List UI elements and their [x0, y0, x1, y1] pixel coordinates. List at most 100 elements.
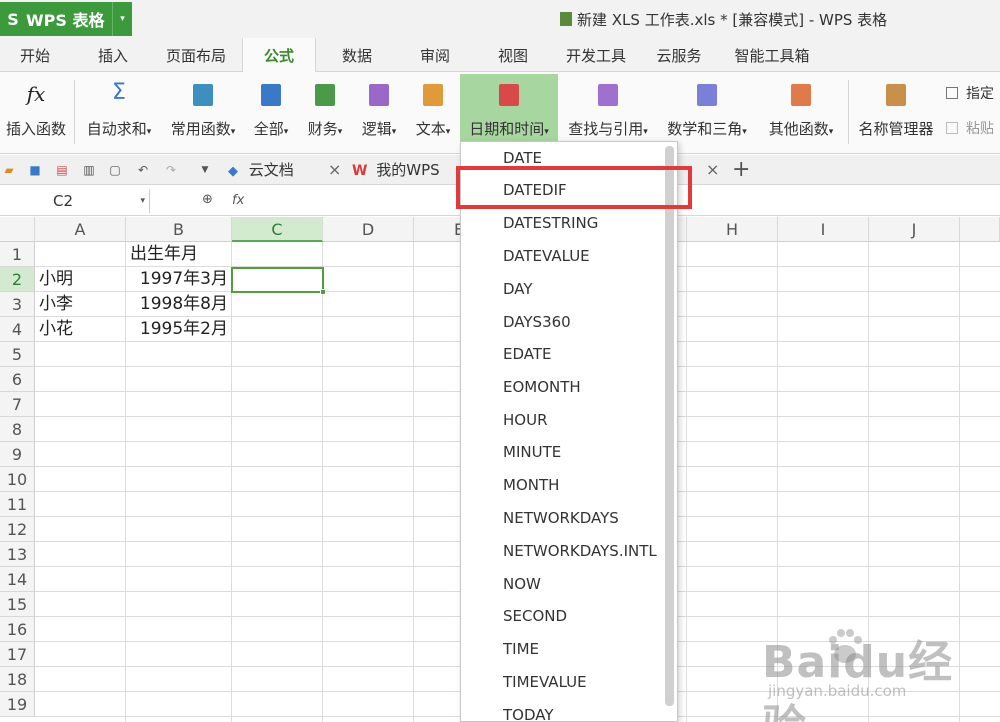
- row-header[interactable]: 11: [0, 492, 35, 517]
- menu-item-minute[interactable]: MINUTE: [503, 436, 561, 468]
- doc-tab-mywps[interactable]: W 我的WPS: [352, 155, 457, 185]
- row-header[interactable]: 6: [0, 367, 35, 392]
- tab-data[interactable]: 数据: [322, 38, 392, 72]
- other-functions-button[interactable]: 其他函数▾: [760, 74, 842, 150]
- insert-function-button[interactable]: fx 插入函数: [0, 74, 72, 150]
- row-header[interactable]: 8: [0, 417, 35, 442]
- customize-caret-icon[interactable]: ▼: [198, 163, 212, 177]
- row-header[interactable]: 1: [0, 242, 35, 267]
- menu-item-datevalue[interactable]: DATEVALUE: [503, 240, 590, 272]
- save-icon[interactable]: ■: [28, 163, 42, 177]
- menu-item-timevalue[interactable]: TIMEVALUE: [503, 666, 587, 698]
- common-functions-button[interactable]: 常用函数▾: [164, 74, 242, 150]
- redo-icon[interactable]: ↷: [164, 163, 178, 177]
- menu-item-edate[interactable]: EDATE: [503, 338, 552, 370]
- row-header[interactable]: 13: [0, 542, 35, 567]
- new-tab-icon[interactable]: +: [732, 155, 750, 185]
- tab-review[interactable]: 审阅: [400, 38, 470, 72]
- zoom-icon[interactable]: ⊕: [202, 192, 213, 207]
- cell-a3[interactable]: 小李: [39, 292, 124, 317]
- name-box[interactable]: C2 ▾: [0, 189, 150, 213]
- select-all-corner[interactable]: [0, 217, 35, 242]
- math-functions-button[interactable]: 数学和三角▾: [660, 74, 754, 150]
- row-header[interactable]: 10: [0, 467, 35, 492]
- fx-icon[interactable]: fx: [232, 193, 244, 208]
- column-header[interactable]: J: [869, 217, 960, 242]
- menu-item-time[interactable]: TIME: [503, 633, 539, 665]
- column-header[interactable]: H: [687, 217, 778, 242]
- row-header[interactable]: 14: [0, 567, 35, 592]
- column-header[interactable]: B: [126, 217, 232, 242]
- menu-item-today[interactable]: TODAY: [503, 699, 554, 721]
- column-header[interactable]: A: [35, 217, 126, 242]
- active-cell-c2[interactable]: [231, 267, 326, 295]
- row-header[interactable]: 19: [0, 692, 35, 717]
- app-menu-button[interactable]: S WPS 表格 ▾: [0, 2, 132, 36]
- dropdown-scrollbar[interactable]: [665, 146, 674, 706]
- print-icon[interactable]: ▥: [82, 163, 96, 177]
- open-folder-icon[interactable]: ▰: [2, 163, 16, 177]
- close-icon[interactable]: ×: [328, 155, 341, 185]
- row-header[interactable]: 5: [0, 342, 35, 367]
- row-header[interactable]: 16: [0, 617, 35, 642]
- chevron-down-icon[interactable]: ▾: [140, 189, 145, 213]
- menu-item-second[interactable]: SECOND: [503, 600, 567, 632]
- tab-formulas[interactable]: 公式: [242, 38, 316, 73]
- text-functions-button[interactable]: 文本▾: [408, 74, 458, 150]
- menu-item-day[interactable]: DAY: [503, 273, 533, 305]
- tab-smart-toolbox[interactable]: 智能工具箱: [722, 38, 822, 72]
- tab-insert[interactable]: 插入: [78, 38, 148, 72]
- logic-functions-button[interactable]: 逻辑▾: [354, 74, 404, 150]
- specify-button[interactable]: 指定: [946, 83, 994, 103]
- datetime-functions-button[interactable]: 日期和时间▾: [460, 74, 558, 150]
- menu-item-now[interactable]: NOW: [503, 568, 541, 600]
- autosum-button[interactable]: Σ 自动求和▾: [78, 74, 160, 150]
- row-header[interactable]: 3: [0, 292, 35, 317]
- menu-item-hour[interactable]: HOUR: [503, 404, 548, 436]
- close-icon[interactable]: ×: [706, 155, 719, 185]
- tab-view[interactable]: 视图: [478, 38, 548, 72]
- column-header[interactable]: I: [778, 217, 869, 242]
- column-header[interactable]: D: [323, 217, 414, 242]
- print-preview-icon[interactable]: ▢: [108, 163, 122, 177]
- row-header[interactable]: 18: [0, 667, 35, 692]
- menu-item-month[interactable]: MONTH: [503, 469, 559, 501]
- row-header[interactable]: 17: [0, 642, 35, 667]
- app-menu-caret-icon[interactable]: ▾: [112, 2, 132, 36]
- name-manager-button[interactable]: 名称管理器: [854, 74, 938, 150]
- tab-cloud-service[interactable]: 云服务: [644, 38, 714, 72]
- menu-item-eomonth[interactable]: EOMONTH: [503, 371, 581, 403]
- undo-icon[interactable]: ↶: [136, 163, 150, 177]
- cell-b2[interactable]: 1997年3月: [126, 267, 228, 292]
- row-header[interactable]: 4: [0, 317, 35, 342]
- cell-b1[interactable]: 出生年月: [130, 242, 230, 267]
- tab-developer[interactable]: 开发工具: [556, 38, 636, 72]
- cell-b4[interactable]: 1995年2月: [126, 317, 228, 342]
- tab-home[interactable]: 开始: [0, 38, 70, 72]
- fill-handle[interactable]: [320, 289, 326, 295]
- column-header[interactable]: [960, 217, 1000, 242]
- export-pdf-icon[interactable]: ▤: [55, 163, 69, 177]
- row-header[interactable]: 7: [0, 392, 35, 417]
- window-title: 新建 XLS 工作表.xls * [兼容模式] - WPS 表格: [560, 9, 887, 30]
- row-header[interactable]: 9: [0, 442, 35, 467]
- doc-tab-cloud[interactable]: ◆ 云文档 ×: [228, 155, 346, 185]
- row-header[interactable]: 15: [0, 592, 35, 617]
- column-header[interactable]: C: [232, 217, 323, 242]
- menu-item-datestring[interactable]: DATESTRING: [503, 207, 598, 239]
- row-header[interactable]: 12: [0, 517, 35, 542]
- menu-item-networkdays-intl[interactable]: NETWORKDAYS.INTL: [503, 535, 657, 567]
- lookup-functions-button[interactable]: 查找与引用▾: [562, 74, 654, 150]
- paste-button[interactable]: 粘贴: [946, 118, 994, 138]
- menu-item-days360[interactable]: DAYS360: [503, 306, 571, 338]
- row-header[interactable]: 2: [0, 267, 35, 292]
- finance-functions-button[interactable]: 财务▾: [300, 74, 350, 150]
- cell-a2[interactable]: 小明: [39, 267, 124, 292]
- cell-b3[interactable]: 1998年8月: [126, 292, 228, 317]
- cell-a4[interactable]: 小花: [39, 317, 124, 342]
- star-book-icon: [193, 84, 213, 106]
- tab-page-layout[interactable]: 页面布局: [156, 38, 236, 72]
- menu-item-networkdays[interactable]: NETWORKDAYS: [503, 502, 619, 534]
- all-functions-button[interactable]: 全部▾: [246, 74, 296, 150]
- grid-line: [686, 242, 687, 722]
